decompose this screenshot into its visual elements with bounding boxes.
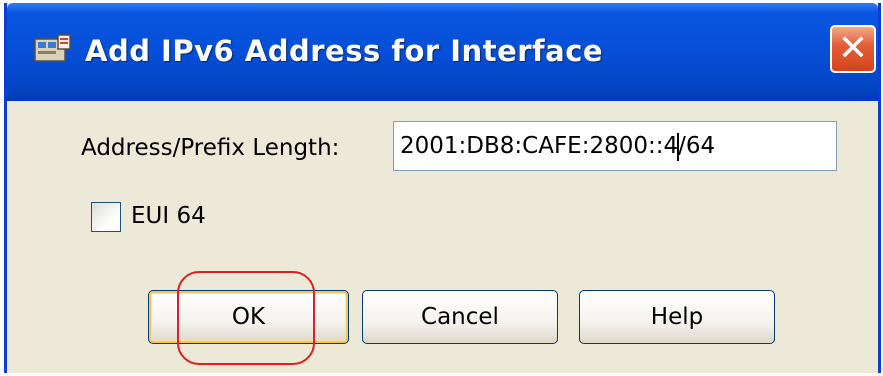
cancel-button[interactable]: Cancel <box>362 290 558 344</box>
close-button[interactable]: ✕ <box>830 25 876 73</box>
help-button[interactable]: Help <box>579 290 775 344</box>
address-value-part-2: /64 <box>678 133 716 159</box>
address-prefix-input[interactable]: 2001:DB8:CAFE:2800::4/64 <box>393 121 837 171</box>
dialog-title: Add IPv6 Address for Interface <box>85 34 604 68</box>
close-icon: ✕ <box>837 28 869 69</box>
eui64-label[interactable]: EUI 64 <box>131 199 206 233</box>
eui64-checkbox[interactable] <box>91 202 121 232</box>
title-bar[interactable]: Add IPv6 Address for Interface ✕ <box>7 3 878 101</box>
network-interface-icon <box>34 34 71 62</box>
address-value-part-1: 2001:DB8:CAFE:2800::4 <box>400 133 679 159</box>
address-prefix-label: Address/Prefix Length: <box>81 135 340 161</box>
dialog-body: Address/Prefix Length: 2001:DB8:CAFE:280… <box>7 101 878 373</box>
ok-button[interactable]: OK <box>148 290 349 344</box>
dialog-window: Add IPv6 Address for Interface ✕ Address… <box>4 3 881 373</box>
